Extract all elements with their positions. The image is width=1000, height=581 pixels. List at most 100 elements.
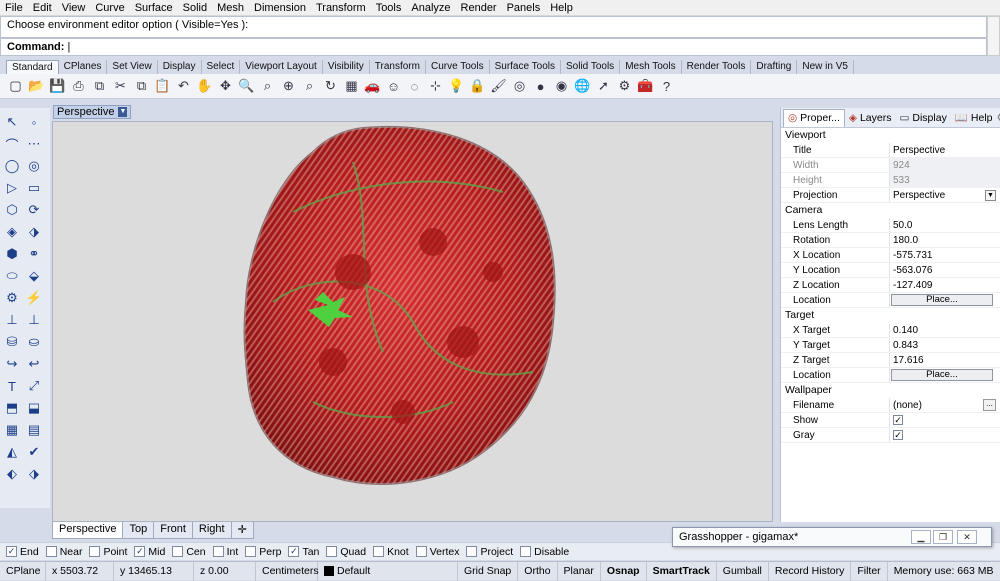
- osnap-vertex[interactable]: Vertex: [415, 546, 459, 558]
- extrude-icon[interactable]: ⬙: [24, 266, 44, 286]
- select-arrow-icon[interactable]: ↖: [2, 112, 22, 132]
- osnap-perp[interactable]: Perp: [245, 546, 281, 558]
- prop-value[interactable]: Place...: [889, 293, 1000, 307]
- menu-item-help[interactable]: Help: [545, 0, 578, 16]
- prop-value[interactable]: Perspective ▼: [889, 188, 1000, 202]
- grasshopper-window[interactable]: Grasshopper - gigamax* ▁ ❐ ✕: [672, 527, 992, 547]
- boolean-icon[interactable]: ⚭: [24, 244, 44, 264]
- prop-value[interactable]: Perspective: [889, 143, 1000, 157]
- menu-item-dimension[interactable]: Dimension: [249, 0, 311, 16]
- zoom-selected-icon[interactable]: ⌕: [300, 77, 319, 96]
- viewport-tab-right[interactable]: Right: [191, 522, 232, 539]
- cylinder-icon[interactable]: ⬭: [2, 266, 22, 286]
- panel-tab-layers[interactable]: ◈ Layers: [845, 109, 896, 127]
- prop-value[interactable]: 0.140: [889, 323, 1000, 337]
- chamfer-icon[interactable]: ↩: [24, 354, 44, 374]
- mesh-edit-icon[interactable]: ⛀: [24, 332, 44, 352]
- pointer-edit-icon[interactable]: ➚: [594, 77, 613, 96]
- ungroup-icon[interactable]: ⬓: [24, 398, 44, 418]
- lasso-icon[interactable]: ◌: [405, 77, 424, 96]
- transform-gear-icon[interactable]: ⚙: [2, 288, 22, 308]
- toolbox-icon[interactable]: 🧰: [636, 77, 655, 96]
- viewport-tab-front[interactable]: Front: [153, 522, 193, 539]
- osnap-cen[interactable]: Cen: [172, 546, 206, 558]
- osnap-mid[interactable]: ✓ Mid: [134, 546, 165, 558]
- osnap-project[interactable]: Project: [466, 546, 513, 558]
- menu-item-transform[interactable]: Transform: [311, 0, 371, 16]
- menu-item-analyze[interactable]: Analyze: [406, 0, 455, 16]
- status-toggle-filter[interactable]: Filter: [851, 561, 888, 581]
- checkbox[interactable]: ✓: [288, 546, 300, 557]
- panel-settings-gear-icon[interactable]: ⚙: [997, 111, 1000, 124]
- project-icon[interactable]: ▤: [24, 420, 44, 440]
- toolbar-tab-viewport-layout[interactable]: Viewport Layout: [240, 60, 323, 74]
- prop-value[interactable]: (none)...: [889, 398, 1000, 412]
- toolbar-tab-solid-tools[interactable]: Solid Tools: [561, 60, 621, 74]
- checkbox[interactable]: [172, 546, 184, 557]
- perspective-viewport[interactable]: [52, 121, 773, 522]
- arc-icon[interactable]: ▷: [2, 178, 22, 198]
- status-units[interactable]: Centimeters: [256, 561, 319, 581]
- polygon-icon[interactable]: ⬡: [2, 200, 22, 220]
- menu-item-view[interactable]: View: [57, 0, 91, 16]
- browse-button[interactable]: ...: [983, 399, 996, 411]
- globe-icon[interactable]: 🌐: [573, 77, 592, 96]
- scale-icon[interactable]: ⤢: [24, 376, 44, 396]
- group-icon[interactable]: ⬒: [2, 398, 22, 418]
- surface-icon[interactable]: ◈: [2, 222, 22, 242]
- command-line[interactable]: Command: |: [0, 38, 987, 56]
- cut-icon[interactable]: ✂: [111, 77, 130, 96]
- snap-icon[interactable]: ⊹: [426, 77, 445, 96]
- add-viewport-icon[interactable]: ✛: [230, 522, 254, 539]
- menu-item-render[interactable]: Render: [456, 0, 502, 16]
- chrome-sphere-icon[interactable]: ◉: [552, 77, 571, 96]
- checkbox[interactable]: [415, 546, 427, 557]
- array-icon[interactable]: ▦: [2, 420, 22, 440]
- distribute-icon[interactable]: ⊥: [24, 310, 44, 330]
- checkbox[interactable]: [245, 546, 257, 557]
- prop-value[interactable]: ✓: [889, 428, 1000, 442]
- prop-value[interactable]: Place...: [889, 368, 1000, 382]
- open-folder-icon[interactable]: 📂: [27, 77, 46, 96]
- checkbox[interactable]: [89, 546, 101, 557]
- viewport-tab-top[interactable]: Top: [122, 522, 155, 539]
- surface-edit-icon[interactable]: ⬗: [24, 222, 44, 242]
- pan-hand-icon[interactable]: ✋: [195, 77, 214, 96]
- help-icon[interactable]: ?: [657, 77, 676, 96]
- polyline-icon[interactable]: ⌒: [2, 134, 22, 154]
- checkbox[interactable]: ✓: [893, 415, 903, 425]
- settings-gear-icon[interactable]: ⚙: [615, 77, 634, 96]
- status-toggle-record-history[interactable]: Record History: [769, 561, 852, 581]
- menu-item-panels[interactable]: Panels: [502, 0, 546, 16]
- circle-icon[interactable]: ◯: [2, 156, 22, 176]
- status-toggle-smarttrack[interactable]: SmartTrack: [647, 561, 717, 581]
- point-icon[interactable]: ◦: [24, 112, 44, 132]
- import-icon[interactable]: ⧉: [90, 77, 109, 96]
- toolbar-tab-render-tools[interactable]: Render Tools: [682, 60, 752, 74]
- lock-icon[interactable]: 🔒: [468, 77, 487, 96]
- toolbar-tab-display[interactable]: Display: [158, 60, 202, 74]
- prop-value[interactable]: 0.843: [889, 338, 1000, 352]
- prop-value[interactable]: -563.076: [889, 263, 1000, 277]
- checkbox[interactable]: ✓: [6, 546, 17, 557]
- status-toggle-osnap[interactable]: Osnap: [601, 561, 647, 581]
- checkbox[interactable]: [45, 546, 57, 557]
- check-icon[interactable]: ✔: [24, 442, 44, 462]
- zoom-window-icon[interactable]: ⌕: [258, 77, 277, 96]
- menu-item-solid[interactable]: Solid: [178, 0, 212, 16]
- smiley-icon[interactable]: ☺: [384, 77, 403, 96]
- viewport-tab-perspective[interactable]: Perspective: [52, 522, 124, 539]
- menu-item-tools[interactable]: Tools: [371, 0, 407, 16]
- checkbox[interactable]: [520, 546, 532, 557]
- save-icon[interactable]: 💾: [48, 77, 67, 96]
- layer-icon[interactable]: ◭: [2, 442, 22, 462]
- solid-box-icon[interactable]: ⬢: [2, 244, 22, 264]
- menu-item-mesh[interactable]: Mesh: [212, 0, 249, 16]
- move-icon[interactable]: ✥: [216, 77, 235, 96]
- panel-tab-display[interactable]: ▭ Display: [895, 109, 950, 127]
- prop-value[interactable]: ✓: [889, 413, 1000, 427]
- viewport-title[interactable]: Perspective ▼: [53, 105, 132, 119]
- chevron-down-icon[interactable]: ▼: [118, 107, 128, 117]
- restore-icon[interactable]: ❐: [933, 530, 953, 544]
- mesh-icon[interactable]: ⛁: [2, 332, 22, 352]
